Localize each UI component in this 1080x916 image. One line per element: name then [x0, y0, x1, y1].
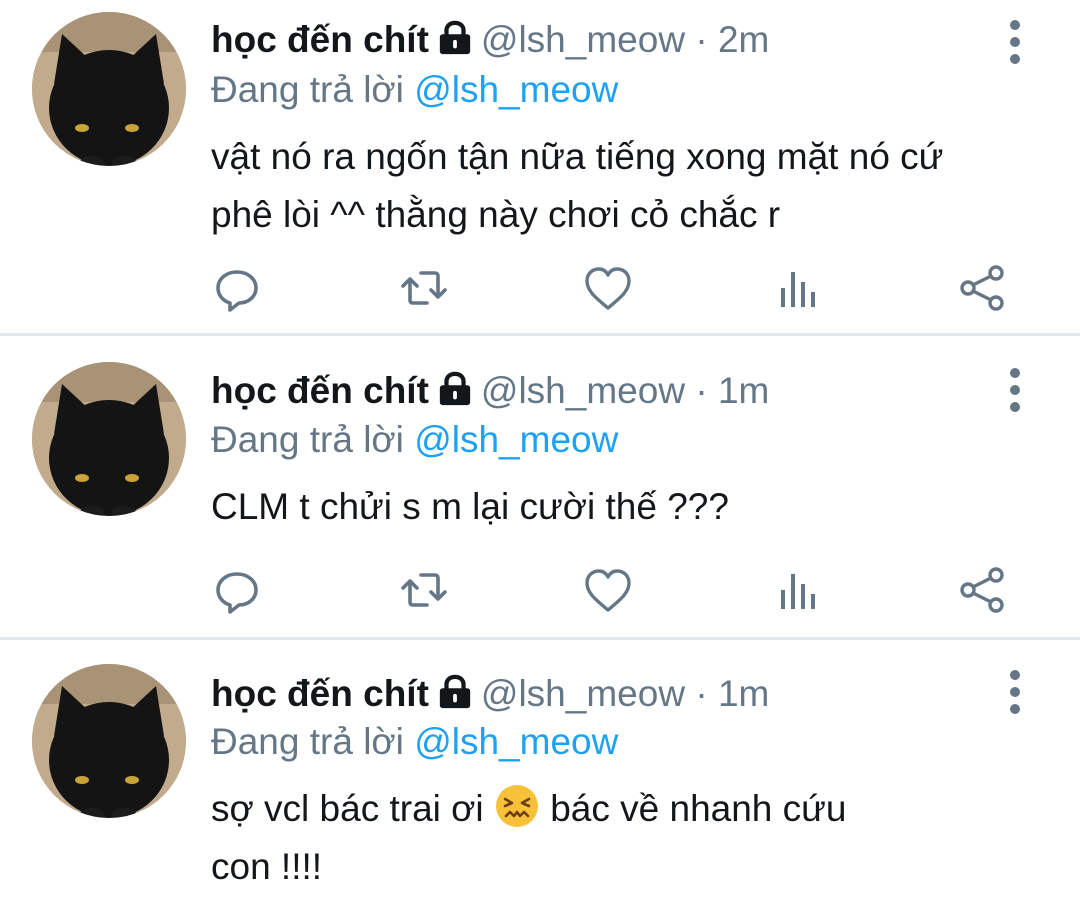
separator-dot: · [695, 19, 708, 60]
heart-icon[interactable] [578, 258, 638, 318]
separator-dot: · [695, 673, 708, 714]
tweet-text-line: sợ vcl bác trai ơi bác về nhanh cứu [211, 780, 1051, 838]
action-bar [0, 258, 1080, 318]
timestamp[interactable]: 1m [718, 370, 769, 411]
more-vertical-icon[interactable] [996, 360, 1036, 420]
user-handle[interactable]: @lsh_meow [481, 370, 685, 411]
tweet-header: học đến chít @lsh_meow · 1m [211, 369, 769, 413]
display-name[interactable]: học đến chít [211, 19, 429, 60]
confounded-face-emoji [495, 785, 538, 827]
tweet-text: sợ vcl bác trai ơi bác về nhanh cứu con … [211, 780, 1051, 896]
heart-icon[interactable] [578, 560, 638, 620]
reply-context: Đang trả lời @lsh_meow [211, 68, 618, 112]
tweet-text-line: CLM t chửi s m lại cười thế ??? [211, 486, 729, 527]
retweet-icon[interactable] [394, 560, 454, 620]
avatar[interactable] [32, 12, 186, 166]
reply-prefix: Đang trả lời [211, 69, 404, 110]
reply-context: Đang trả lời @lsh_meow [211, 720, 618, 764]
separator-dot: · [695, 370, 708, 411]
analytics-icon[interactable] [765, 560, 825, 620]
tweet-header: học đến chít @lsh_meow · 2m [211, 18, 769, 62]
tweet-header: học đến chít @lsh_meow · 1m [211, 672, 769, 716]
timestamp[interactable]: 1m [718, 673, 769, 714]
display-name[interactable]: học đến chít [211, 673, 429, 714]
tweet-text: vật nó ra ngốn tận nữa tiếng xong mặt nó… [211, 128, 1051, 244]
tweet-text-line: vật nó ra ngốn tận nữa tiếng xong mặt nó… [211, 136, 944, 177]
tweet-card[interactable]: học đến chít @lsh_meow · 2m Đang trả lời … [0, 0, 1080, 334]
tweet-text-part: bác về nhanh cứu [550, 788, 847, 829]
retweet-icon[interactable] [394, 258, 454, 318]
user-handle[interactable]: @lsh_meow [481, 673, 685, 714]
reply-mention-link[interactable]: @lsh_meow [414, 419, 618, 460]
share-icon[interactable] [952, 560, 1012, 620]
share-icon[interactable] [952, 258, 1012, 318]
analytics-icon[interactable] [765, 258, 825, 318]
reply-icon[interactable] [207, 258, 267, 318]
reply-context: Đang trả lời @lsh_meow [211, 418, 618, 462]
display-name[interactable]: học đến chít [211, 370, 429, 411]
reply-mention-link[interactable]: @lsh_meow [414, 721, 618, 762]
lock-icon [435, 371, 475, 407]
reply-mention-link[interactable]: @lsh_meow [414, 69, 618, 110]
tweet-text: CLM t chửi s m lại cười thế ??? [211, 478, 1051, 536]
user-handle[interactable]: @lsh_meow [481, 19, 685, 60]
more-vertical-icon[interactable] [996, 12, 1036, 72]
tweet-card[interactable]: học đến chít @lsh_meow · 1m Đang trả lời … [0, 640, 1080, 916]
reply-icon[interactable] [207, 560, 267, 620]
lock-icon [435, 20, 475, 56]
lock-icon [435, 674, 475, 710]
avatar[interactable] [32, 362, 186, 516]
tweet-card[interactable]: học đến chít @lsh_meow · 1m Đang trả lời … [0, 336, 1080, 638]
more-vertical-icon[interactable] [996, 662, 1036, 722]
tweet-text-line: phê lòi ^^ thằng này chơi cỏ chắc r [211, 194, 781, 235]
tweet-text-line: con !!!! [211, 846, 323, 887]
avatar[interactable] [32, 664, 186, 818]
timestamp[interactable]: 2m [718, 19, 769, 60]
action-bar [0, 560, 1080, 620]
tweet-text-part: sợ vcl bác trai ơi [211, 788, 484, 829]
reply-prefix: Đang trả lời [211, 419, 404, 460]
reply-prefix: Đang trả lời [211, 721, 404, 762]
